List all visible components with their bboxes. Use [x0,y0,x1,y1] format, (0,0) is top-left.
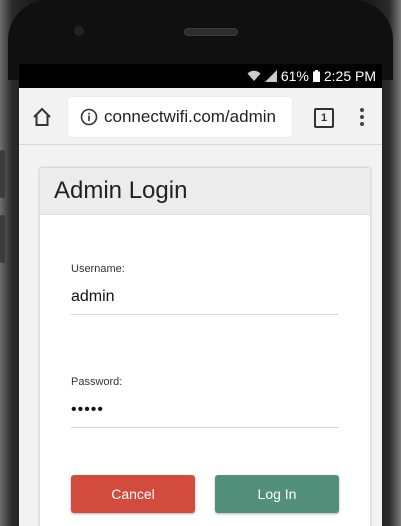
page-title: Admin Login [54,177,188,204]
signal-icon [264,70,277,82]
status-bar: 61% 2:25 PM [19,64,382,88]
phone-frame: 61% 2:25 PM connectwifi.com/admin 1 Admi… [0,0,401,526]
password-field[interactable]: ••••• [71,401,338,428]
tab-switcher-button[interactable]: 1 [314,108,334,128]
wifi-icon [247,70,261,81]
info-icon[interactable] [80,108,98,126]
login-card: Admin Login Username: admin Password: ••… [40,168,370,526]
clock: 2:25 PM [323,68,376,84]
home-icon[interactable] [31,106,53,128]
address-bar[interactable]: connectwifi.com/admin [68,97,292,137]
status-icons: 61% 2:25 PM [247,68,376,84]
earpiece-speaker [184,28,238,36]
url-text[interactable]: connectwifi.com/admin [104,107,276,127]
cancel-button[interactable]: Cancel [71,475,195,513]
password-label: Password: [71,376,123,388]
browser-toolbar: connectwifi.com/admin 1 [19,88,382,145]
overflow-menu-icon[interactable] [359,106,365,128]
card-header: Admin Login [40,168,370,215]
username-field[interactable]: admin [71,288,338,315]
volume-button [0,215,5,263]
front-camera [74,26,84,36]
volume-button [0,150,5,198]
username-label: Username: [71,263,125,275]
battery-percent: 61% [280,68,309,84]
log-in-button[interactable]: Log In [215,475,339,513]
screen: 61% 2:25 PM connectwifi.com/admin 1 Admi… [19,64,382,526]
battery-icon [312,70,320,82]
